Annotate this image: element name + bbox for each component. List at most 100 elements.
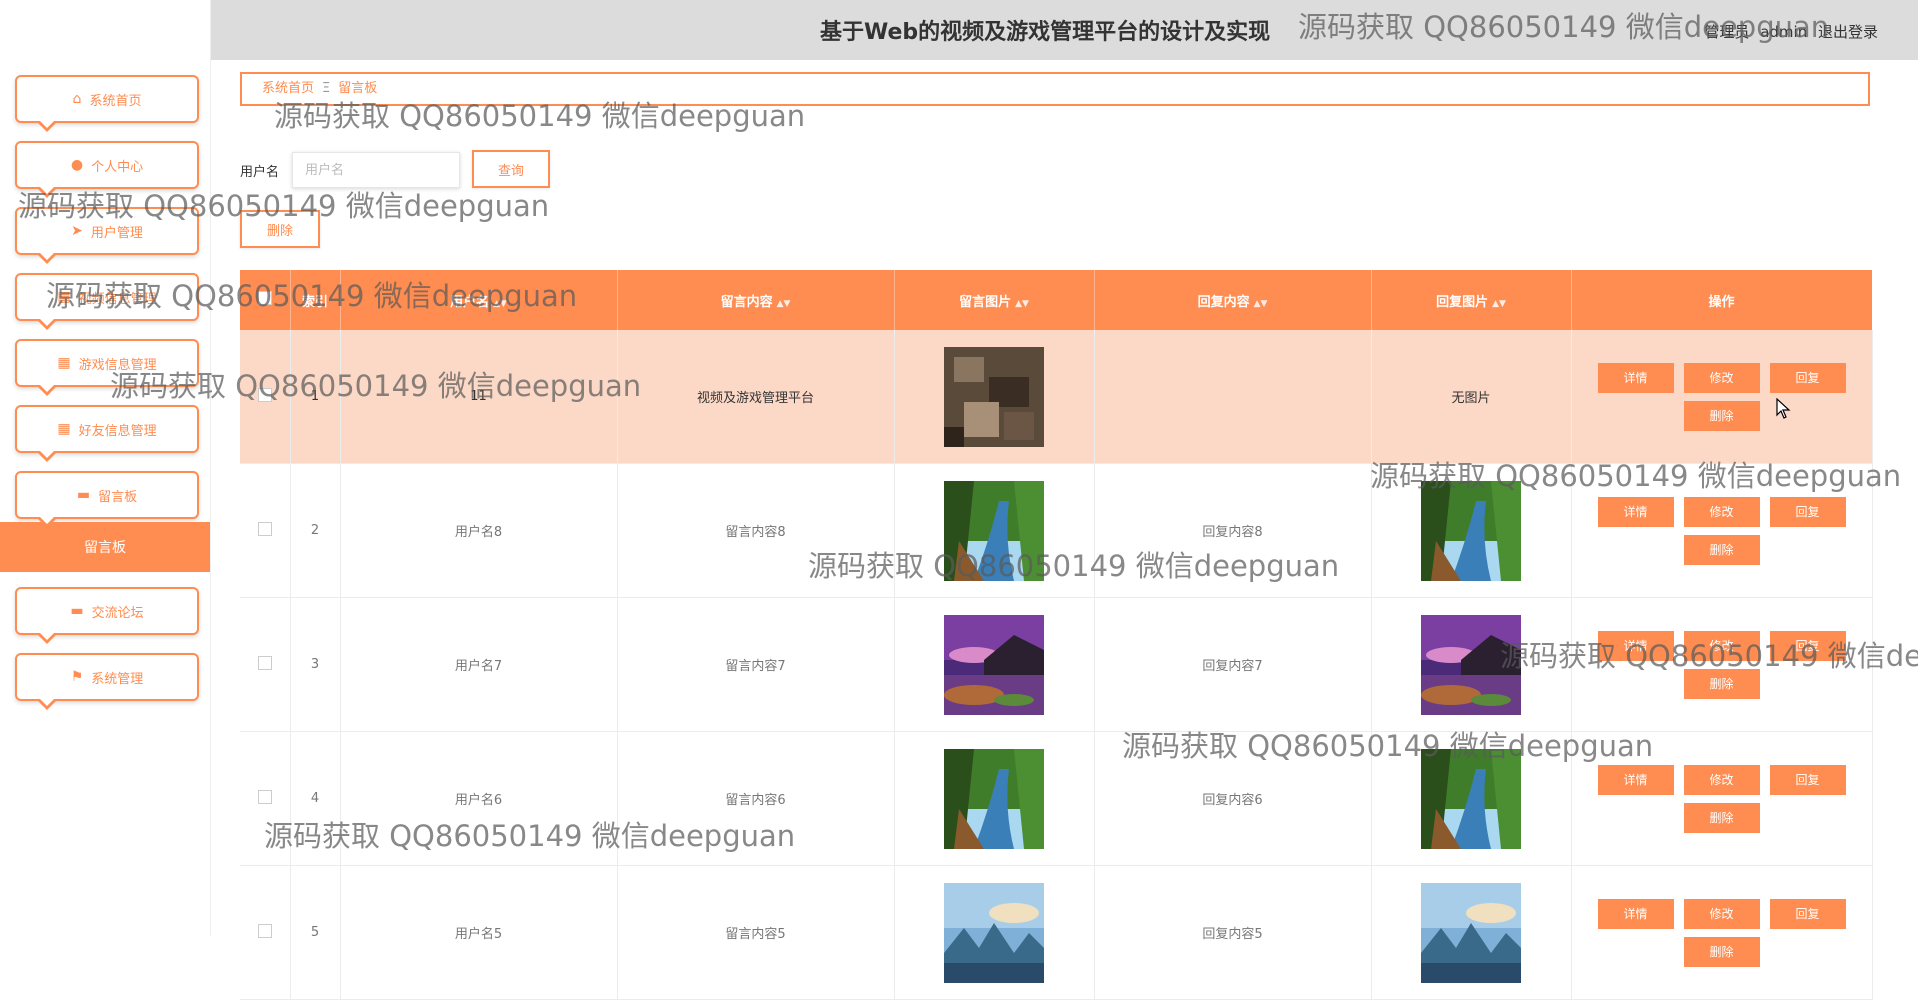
row-delete-button[interactable]: 删除 (1683, 668, 1760, 699)
message-image[interactable] (944, 748, 1044, 849)
monitor-icon: ▬ (70, 603, 84, 619)
row-reply-image-cell (1371, 865, 1572, 1000)
detail-button[interactable]: 详情 (1597, 764, 1674, 795)
sidebar-item-forum[interactable]: ▬ 交流论坛 (15, 587, 199, 644)
sidebar-subitem-messages-active[interactable]: 留言板 (0, 522, 210, 572)
delete-button[interactable]: 删除 (240, 210, 320, 248)
sidebar-item-video[interactable]: ▦ 视频信息管理 (15, 273, 199, 330)
row-delete-button[interactable]: 删除 (1683, 802, 1760, 833)
row-message: 留言内容5 (617, 865, 895, 1000)
row-select-cell (240, 597, 291, 732)
reply-button[interactable]: 回复 (1769, 764, 1846, 795)
row-checkbox[interactable] (257, 655, 272, 670)
send-icon: ➤ (71, 223, 83, 239)
sidebar-item-messages[interactable]: ▬ 留言板 (15, 471, 199, 528)
reply-image[interactable] (1421, 748, 1521, 849)
edit-button[interactable]: 修改 (1683, 764, 1760, 795)
edit-button[interactable]: 修改 (1683, 496, 1760, 527)
row-reply: 回复内容8 (1094, 463, 1372, 598)
table-row[interactable]: 5 用户名5 留言内容5 回复内容5 详情 修改 回复 删除 (240, 865, 1873, 1000)
row-message-image-cell (894, 463, 1095, 598)
sort-icon[interactable]: ▲▼ (1492, 299, 1506, 309)
table-row[interactable]: 1 11 视频及游戏管理平台 无图片 详情 修改 回复 删除 (240, 330, 1873, 464)
row-username: 用户名8 (340, 463, 618, 598)
message-image[interactable] (944, 614, 1044, 715)
edit-button[interactable]: 修改 (1683, 898, 1760, 929)
reply-button[interactable]: 回复 (1769, 898, 1846, 929)
reply-button[interactable]: 回复 (1769, 630, 1846, 661)
column-header-reply-image[interactable]: 回复图片 ▲▼ (1371, 270, 1572, 330)
user-icon: ● (70, 157, 84, 173)
row-delete-button[interactable]: 删除 (1683, 936, 1760, 967)
row-delete-button[interactable]: 删除 (1683, 400, 1760, 431)
detail-button[interactable]: 详情 (1597, 898, 1674, 929)
column-header-reply[interactable]: 回复内容 ▲▼ (1094, 270, 1372, 330)
sidebar-item-system[interactable]: ⚑ 系统管理 (15, 653, 199, 710)
sort-icon[interactable]: ▲▼ (1015, 299, 1029, 309)
detail-button[interactable]: 详情 (1597, 496, 1674, 527)
user-role-label: 管理员 (1704, 23, 1750, 41)
reply-button[interactable]: 回复 (1769, 496, 1846, 527)
row-reply: 回复内容6 (1094, 731, 1372, 866)
row-checkbox[interactable] (257, 789, 272, 804)
sidebar-item-label: 用户管理 (90, 225, 143, 241)
row-reply: 回复内容5 (1094, 865, 1372, 1000)
table-row[interactable]: 3 用户名7 留言内容7 回复内容7 详情 修改 回复 删除 (240, 597, 1873, 732)
sort-icon[interactable]: ▲▼ (777, 299, 791, 309)
sidebar-item-friends[interactable]: ▦ 好友信息管理 (15, 405, 199, 462)
row-checkbox[interactable] (257, 923, 272, 938)
sidebar-item-profile[interactable]: ● 个人中心 (15, 141, 199, 198)
breadcrumb: 系统首页 Ξ 留言板 (240, 72, 1870, 106)
row-message-image-cell (894, 597, 1095, 732)
message-image[interactable] (944, 480, 1044, 581)
breadcrumb-home[interactable]: 系统首页 (262, 81, 314, 96)
sidebar-item-games[interactable]: ▦ 游戏信息管理 (15, 339, 199, 396)
column-header-username[interactable]: 用户名 ▲▼ (340, 270, 618, 330)
sidebar-item-users[interactable]: ➤ 用户管理 (15, 207, 199, 264)
row-delete-button[interactable]: 删除 (1683, 534, 1760, 565)
table-row[interactable]: 4 用户名6 留言内容6 回复内容6 详情 修改 回复 删除 (240, 731, 1873, 866)
column-header-index: 索引 (290, 270, 341, 330)
row-select-cell (240, 330, 291, 464)
query-button[interactable]: 查询 (472, 150, 550, 188)
column-header-message-image[interactable]: 留言图片 ▲▼ (894, 270, 1095, 330)
grid-icon: ▦ (57, 289, 71, 305)
edit-button[interactable]: 修改 (1683, 630, 1760, 661)
reply-image[interactable] (1421, 480, 1521, 581)
row-message-image-cell (894, 330, 1095, 464)
select-all-header (240, 270, 291, 330)
select-all-checkbox[interactable] (257, 291, 272, 305)
row-checkbox[interactable] (257, 387, 272, 402)
reply-image[interactable] (1421, 882, 1521, 983)
search-username-label: 用户名 (240, 165, 280, 180)
breadcrumb-current: 留言板 (338, 81, 378, 96)
table-body: 1 11 视频及游戏管理平台 无图片 详情 修改 回复 删除 2 用户名8 留言… (240, 330, 1873, 1000)
sort-icon[interactable]: ▲▼ (493, 299, 507, 309)
row-actions: 详情 修改 回复 删除 (1571, 463, 1873, 598)
grid-icon: ▦ (57, 355, 71, 371)
reply-image[interactable] (1421, 614, 1521, 715)
column-header-message[interactable]: 留言内容 ▲▼ (617, 270, 895, 330)
row-index: 4 (290, 731, 341, 866)
message-image[interactable] (944, 346, 1044, 447)
logout-link[interactable]: 退出登录 (1818, 23, 1878, 41)
breadcrumb-separator: Ξ (322, 81, 331, 96)
site-title: 基于Web的视频及游戏管理平台的设计及实现 (820, 20, 1271, 45)
row-username: 用户名7 (340, 597, 618, 732)
edit-button[interactable]: 修改 (1683, 362, 1760, 393)
row-message: 留言内容8 (617, 463, 895, 598)
column-header-actions: 操作 (1571, 270, 1873, 330)
row-message-image-cell (894, 731, 1095, 866)
username-label: admin (1760, 23, 1808, 41)
table-row[interactable]: 2 用户名8 留言内容8 回复内容8 详情 修改 回复 删除 (240, 463, 1873, 598)
sort-icon[interactable]: ▲▼ (1254, 299, 1268, 309)
detail-button[interactable]: 详情 (1597, 630, 1674, 661)
search-username-input[interactable] (292, 152, 460, 188)
sidebar-item-home[interactable]: ⌂ 系统首页 (15, 75, 199, 132)
reply-button[interactable]: 回复 (1769, 362, 1846, 393)
row-reply-image-cell (1371, 463, 1572, 598)
detail-button[interactable]: 详情 (1597, 362, 1674, 393)
row-checkbox[interactable] (257, 521, 272, 536)
user-area: 管理员 admin 退出登录 (1698, 21, 1878, 42)
message-image[interactable] (944, 882, 1044, 983)
